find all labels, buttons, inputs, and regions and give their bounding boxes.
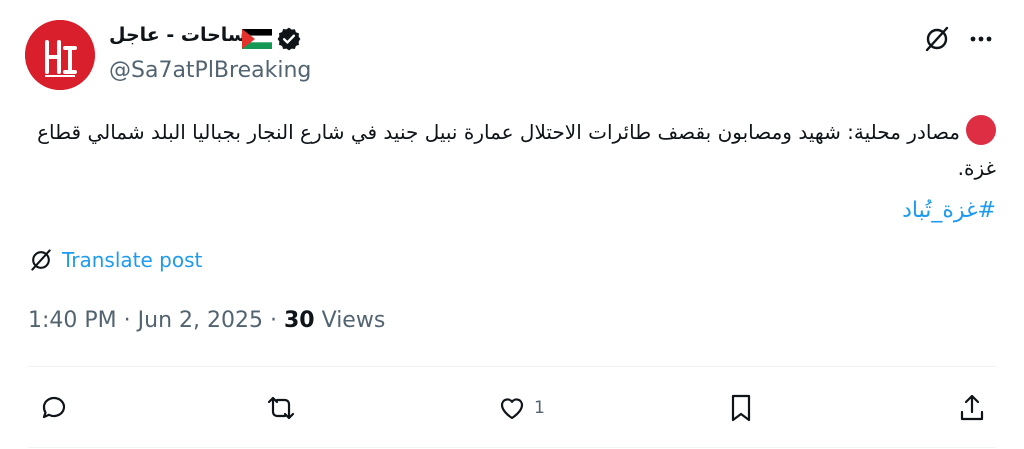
grok-icon[interactable]	[922, 24, 952, 54]
bookmark-button[interactable]	[725, 392, 757, 424]
meta-separator: ·	[123, 308, 138, 333]
post-text: مصادر محلية: شهيد ومصابون بقصف طائرات ال…	[21, 114, 996, 186]
post-meta: 1:40 PM · Jun 2, 2025 · 30 Views	[28, 308, 385, 333]
heart-icon	[500, 398, 524, 420]
post-time[interactable]: 1:40 PM	[28, 308, 117, 333]
hashtag-link[interactable]: #غزة_تُباد	[902, 198, 996, 223]
like-count: 1	[534, 398, 545, 418]
views-label: Views	[321, 308, 386, 333]
sa7at-logo-icon	[25, 20, 95, 90]
repost-icon	[267, 396, 295, 420]
divider	[28, 447, 996, 448]
grok-translate-icon	[31, 249, 51, 271]
like-button[interactable]: 1	[496, 392, 545, 424]
author-name[interactable]: ساحات - عاجل	[109, 24, 247, 46]
meta-separator: ·	[270, 308, 284, 333]
palestine-flag-icon	[242, 29, 272, 49]
translate-label: Translate post	[62, 248, 203, 272]
post-text-content: مصادر محلية: شهيد ومصابون بقصف طائرات ال…	[37, 120, 996, 180]
red-circle-icon	[966, 115, 996, 145]
divider	[28, 366, 996, 367]
more-options-icon[interactable]	[966, 24, 996, 54]
reply-button[interactable]	[38, 392, 70, 424]
share-icon	[960, 394, 984, 421]
avatar[interactable]	[25, 20, 95, 90]
views-count: 30	[284, 308, 315, 333]
author-handle[interactable]: @Sa7atPlBreaking	[109, 58, 311, 83]
bookmark-icon	[731, 394, 751, 422]
translate-post-button[interactable]: Translate post	[28, 246, 202, 274]
verified-badge-icon	[277, 27, 301, 51]
share-button[interactable]	[956, 392, 988, 424]
post-date[interactable]: Jun 2, 2025	[138, 308, 263, 333]
reply-icon	[42, 396, 66, 419]
repost-button[interactable]	[265, 392, 297, 424]
